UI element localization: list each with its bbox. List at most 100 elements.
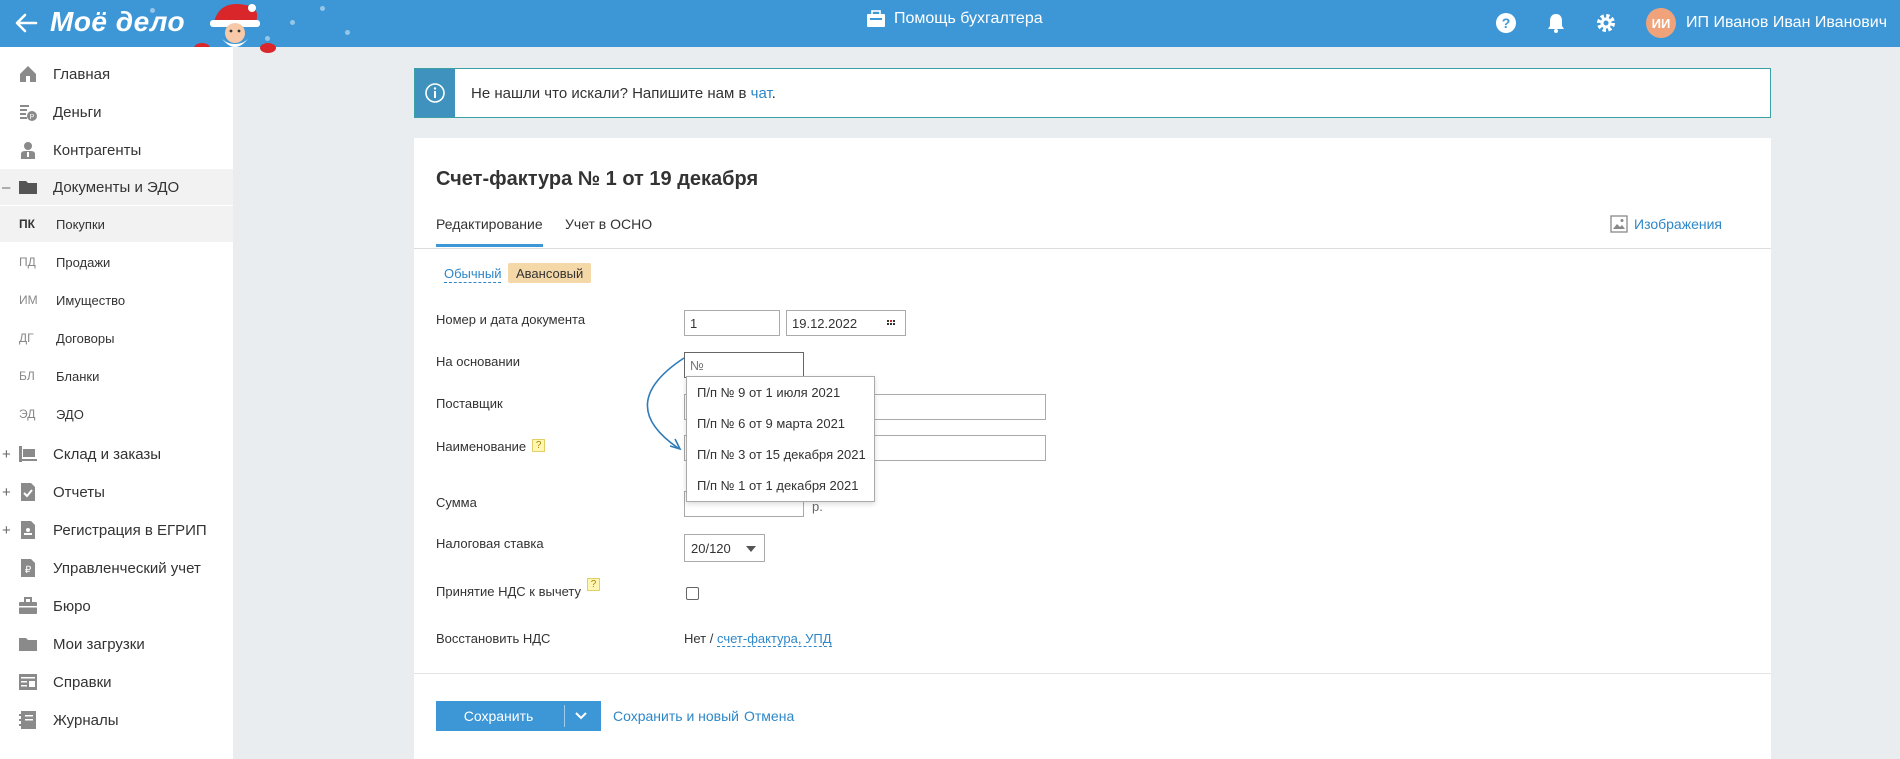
santa-decor-icon: [194, 4, 276, 53]
calendar-icon[interactable]: [887, 318, 897, 328]
subitem-label: ЭДО: [56, 406, 84, 422]
restore-vat-value: Нет / счет-фактура, УПД: [684, 631, 832, 647]
basis-dropdown: П/п № 9 от 1 июля 2021 П/п № 6 от 9 март…: [686, 376, 875, 502]
expand-marker[interactable]: +: [2, 484, 11, 501]
management-icon: ₽: [21, 559, 35, 577]
curved-arrow-icon: [646, 357, 685, 451]
tab-osno-accounting[interactable]: Учет в ОСНО: [565, 216, 652, 244]
info-icon-box: [415, 69, 455, 117]
subitem-label: Договоры: [56, 330, 115, 346]
subitem-abbr: ИМ: [19, 293, 38, 307]
sidebar-subitem-contracts[interactable]: ДГ Договоры: [0, 320, 233, 356]
snowflake-decor: [290, 20, 295, 25]
helper-icon: [867, 10, 885, 27]
snowflake-decor: [320, 6, 325, 11]
tax-rate-select[interactable]: 20/120: [684, 534, 765, 562]
chat-link[interactable]: чат: [751, 85, 772, 102]
accountant-help-button[interactable]: Помощь бухгалтера: [866, 10, 1043, 28]
save-button[interactable]: Сохранить: [436, 701, 601, 731]
restore-vat-prefix: Нет /: [684, 631, 717, 646]
subitem-abbr: БЛ: [19, 369, 35, 383]
top-bar: Моё дело Помощь бухгалтера ? ИИ ИП Ивано…: [0, 0, 1900, 53]
type-plain-toggle[interactable]: Обычный: [444, 266, 502, 283]
chevron-down-icon[interactable]: [574, 708, 588, 722]
journals-icon: [19, 711, 36, 729]
sidebar-item-management[interactable]: ₽ Управленческий учет: [0, 550, 233, 586]
home-icon: [20, 66, 36, 82]
dropdown-option[interactable]: П/п № 6 от 9 марта 2021: [687, 408, 874, 439]
info-message-end: .: [771, 84, 776, 102]
tab-editing[interactable]: Редактирование: [436, 216, 543, 247]
save-and-new-link[interactable]: Сохранить и новый: [613, 708, 739, 724]
back-arrow-icon[interactable]: [12, 9, 40, 37]
basis-search-input[interactable]: [684, 352, 804, 378]
type-advance-toggle[interactable]: Авансовый: [508, 263, 592, 283]
tax-rate-label: Налоговая ставка: [436, 536, 544, 551]
sidebar-subitem-sales[interactable]: ПД Продажи: [0, 244, 233, 280]
sidebar-item-reports[interactable]: + Отчеты: [0, 474, 233, 510]
registration-icon: [21, 521, 35, 539]
collapse-marker[interactable]: –: [2, 179, 10, 196]
sidebar-subitem-purchases[interactable]: ПК Покупки: [0, 206, 233, 242]
subitem-label: Покупки: [56, 216, 105, 232]
warehouse-icon: [19, 446, 37, 462]
doc-number-field[interactable]: 1: [684, 310, 780, 336]
sidebar-item-documents[interactable]: – Документы и ЭДО: [0, 169, 233, 205]
helper-label: Помощь бухгалтера: [894, 10, 1043, 27]
restore-vat-link[interactable]: счет-фактура, УПД: [716, 631, 832, 647]
dropdown-option[interactable]: П/п № 9 от 1 июля 2021: [687, 377, 874, 408]
expand-marker[interactable]: +: [2, 446, 11, 463]
svg-text:Р: Р: [30, 114, 35, 121]
basis-label: На основании: [436, 354, 521, 369]
certificates-icon: [19, 674, 37, 690]
tabs-divider: [414, 248, 1771, 249]
supplier-label: Поставщик: [436, 396, 503, 411]
help-icon[interactable]: ?: [1494, 11, 1518, 35]
sidebar-subitem-forms[interactable]: БЛ Бланки: [0, 358, 233, 394]
vat-deduction-checkbox[interactable]: [686, 587, 699, 600]
sidebar-item-label: Деньги: [53, 103, 102, 121]
sidebar-item-label: Управленческий учет: [53, 559, 201, 577]
subitem-label: Продажи: [56, 254, 111, 270]
dropdown-option[interactable]: П/п № 1 от 1 декабря 2021: [687, 470, 874, 501]
sidebar-item-warehouse[interactable]: + Склад и заказы: [0, 436, 233, 472]
expand-marker[interactable]: +: [2, 522, 11, 539]
snowflake-decor: [345, 30, 350, 35]
sum-label: Сумма: [436, 495, 477, 510]
gear-icon[interactable]: [1594, 11, 1618, 35]
svg-text:₽: ₽: [25, 565, 32, 576]
info-icon: [425, 83, 445, 103]
user-menu[interactable]: ИИ ИП Иванов Иван Иванович: [1646, 8, 1887, 38]
footer-divider: [414, 673, 1771, 674]
contractors-icon: [21, 142, 35, 159]
sidebar-item-label: Журналы: [53, 711, 119, 729]
info-banner: Не нашли что искали? Напишите нам в чат.: [414, 68, 1771, 118]
doc-date-field[interactable]: 19.12.2022: [786, 310, 906, 336]
avatar: ИИ: [1646, 8, 1676, 38]
money-icon: Р: [20, 105, 37, 121]
sidebar-item-label: Склад и заказы: [53, 445, 162, 463]
vat-deduction-label: Принятие НДС к вычету?: [436, 578, 601, 599]
cancel-link[interactable]: Отмена: [744, 708, 794, 724]
subitem-abbr: ПД: [19, 255, 36, 269]
sidebar-item-money[interactable]: Р Деньги: [0, 94, 233, 130]
sidebar-item-label: Бюро: [53, 597, 91, 615]
folder-icon: [19, 181, 37, 194]
dropdown-option[interactable]: П/п № 3 от 15 декабря 2021: [687, 439, 874, 470]
sidebar-subitem-edo[interactable]: ЭД ЭДО: [0, 396, 233, 432]
logo[interactable]: Моё дело: [50, 6, 185, 38]
sidebar-item-label: Отчеты: [53, 483, 105, 501]
help-icon[interactable]: ?: [532, 439, 546, 452]
sidebar-item-certificates[interactable]: Справки: [0, 664, 233, 700]
image-icon: [1610, 215, 1628, 233]
sidebar-subitem-property[interactable]: ИМ Имущество: [0, 282, 233, 318]
bell-icon[interactable]: [1544, 11, 1568, 35]
sidebar-item-bureau[interactable]: Бюро: [0, 588, 233, 624]
sidebar-item-contractors[interactable]: Контрагенты: [0, 132, 233, 168]
help-icon[interactable]: ?: [587, 578, 601, 591]
sidebar-item-home[interactable]: Главная: [0, 56, 233, 92]
sidebar-item-downloads[interactable]: Мои загрузки: [0, 626, 233, 662]
images-link[interactable]: Изображения: [1610, 215, 1722, 233]
sidebar-item-registration[interactable]: + Регистрация в ЕГРИП: [0, 512, 233, 548]
sidebar-item-journals[interactable]: Журналы: [0, 702, 233, 738]
